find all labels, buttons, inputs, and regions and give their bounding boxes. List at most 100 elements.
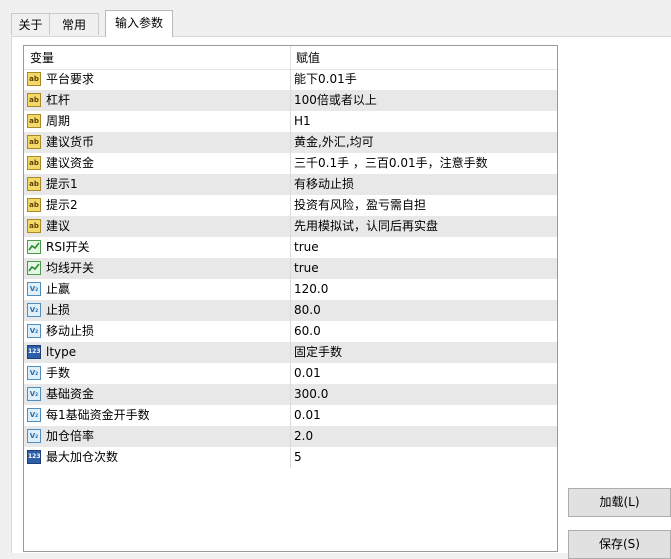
- string-icon: ab: [27, 72, 41, 86]
- parameter-value[interactable]: 80.0: [294, 300, 321, 321]
- string-icon: ab: [27, 219, 41, 233]
- table-row[interactable]: ab 杠杆 100倍或者以上: [24, 90, 557, 111]
- parameter-name: 周期: [46, 114, 71, 128]
- tab-about[interactable]: 关于: [11, 13, 50, 35]
- parameter-value[interactable]: 300.0: [294, 384, 328, 405]
- table-row[interactable]: ab 周期 H1: [24, 111, 557, 132]
- double-icon: V₂: [27, 282, 41, 296]
- table-row[interactable]: V₂ 移动止损 60.0: [24, 321, 557, 342]
- column-divider: [290, 342, 291, 363]
- table-row[interactable]: ab 平台要求 能下0.01手: [24, 69, 557, 90]
- column-divider: [290, 69, 291, 90]
- column-divider: [290, 195, 291, 216]
- string-icon: ab: [27, 135, 41, 149]
- parameter-value[interactable]: 固定手数: [294, 342, 342, 363]
- parameter-name: 提示1: [46, 177, 78, 191]
- table-row[interactable]: RSI开关 true: [24, 237, 557, 258]
- table-row[interactable]: V₂ 止赢 120.0: [24, 279, 557, 300]
- parameter-value[interactable]: 60.0: [294, 321, 321, 342]
- parameter-value[interactable]: 先用模拟试，认同后再实盘: [294, 216, 438, 237]
- column-divider: [290, 174, 291, 195]
- integer-icon: 123: [27, 345, 41, 359]
- table-row[interactable]: V₂ 止损 80.0: [24, 300, 557, 321]
- column-divider: [290, 426, 291, 447]
- column-divider: [290, 153, 291, 174]
- parameter-name: 最大加仓次数: [46, 450, 119, 464]
- table-row[interactable]: V₂ 手数 0.01: [24, 363, 557, 384]
- tab-common[interactable]: 常用: [49, 13, 99, 35]
- column-divider: [290, 384, 291, 405]
- load-button[interactable]: 加载(L): [568, 488, 671, 517]
- table-row[interactable]: 均线开关 true: [24, 258, 557, 279]
- integer-icon: 123: [27, 450, 41, 464]
- parameter-name: 基础资金: [46, 387, 95, 401]
- table-row[interactable]: V₂ 加仓倍率 2.0: [24, 426, 557, 447]
- column-divider: [290, 321, 291, 342]
- parameter-name: 提示2: [46, 198, 78, 212]
- parameter-value[interactable]: 0.01: [294, 405, 321, 426]
- parameter-value[interactable]: true: [294, 237, 319, 258]
- table-row[interactable]: ab 建议 先用模拟试，认同后再实盘: [24, 216, 557, 237]
- double-icon: V₂: [27, 429, 41, 443]
- boolean-icon: [27, 240, 41, 254]
- column-divider: [290, 237, 291, 258]
- table-row[interactable]: ab 提示2 投资有风险，盈亏需自担: [24, 195, 557, 216]
- parameter-value[interactable]: true: [294, 258, 319, 279]
- parameter-value[interactable]: 5: [294, 447, 302, 468]
- parameter-name: 加仓倍率: [46, 429, 95, 443]
- column-divider: [290, 111, 291, 132]
- parameter-name: 建议资金: [46, 156, 95, 170]
- parameter-value[interactable]: 100倍或者以上: [294, 90, 377, 111]
- string-icon: ab: [27, 114, 41, 128]
- parameter-value[interactable]: 能下0.01手: [294, 69, 357, 90]
- column-divider: [290, 363, 291, 384]
- table-row[interactable]: V₂ 基础资金 300.0: [24, 384, 557, 405]
- column-divider: [290, 300, 291, 321]
- table-row[interactable]: ab 建议货币 黄金,外汇,均可: [24, 132, 557, 153]
- string-icon: ab: [27, 93, 41, 107]
- parameter-name: ltype: [46, 345, 77, 359]
- column-header-variable[interactable]: 变量: [24, 46, 54, 69]
- double-icon: V₂: [27, 387, 41, 401]
- parameter-name: 止损: [46, 303, 71, 317]
- double-icon: V₂: [27, 408, 41, 422]
- parameter-name: 建议货币: [46, 135, 95, 149]
- parameter-name: 建议: [46, 219, 71, 233]
- parameter-name: RSI开关: [46, 240, 90, 254]
- parameter-value[interactable]: H1: [294, 111, 311, 132]
- parameter-value[interactable]: 有移动止损: [294, 174, 354, 195]
- parameters-table[interactable]: 变量 赋值 ab 平台要求 能下0.01手 ab 杠杆 100倍或者以上 ab 周期 H1 ab 建…: [23, 45, 558, 552]
- double-icon: V₂: [27, 324, 41, 338]
- parameter-value[interactable]: 投资有风险，盈亏需自担: [294, 195, 426, 216]
- tab-input-parameters[interactable]: 输入参数: [105, 10, 173, 37]
- table-row[interactable]: 123 最大加仓次数 5: [24, 447, 557, 468]
- column-divider: [290, 279, 291, 300]
- parameter-value[interactable]: 2.0: [294, 426, 313, 447]
- table-row[interactable]: 123 ltype 固定手数: [24, 342, 557, 363]
- parameter-name: 每1基础资金开手数: [46, 408, 150, 422]
- column-divider: [290, 90, 291, 111]
- string-icon: ab: [27, 156, 41, 170]
- parameter-name: 均线开关: [46, 261, 95, 275]
- parameter-name: 止赢: [46, 282, 71, 296]
- parameter-name: 平台要求: [46, 72, 95, 86]
- parameter-value[interactable]: 黄金,外汇,均可: [294, 132, 374, 153]
- column-divider: [290, 258, 291, 279]
- string-icon: ab: [27, 177, 41, 191]
- table-header: 变量 赋值: [24, 46, 557, 70]
- save-button[interactable]: 保存(S): [568, 530, 671, 559]
- parameter-value[interactable]: 0.01: [294, 363, 321, 384]
- string-icon: ab: [27, 198, 41, 212]
- column-header-value[interactable]: 赋值: [290, 46, 320, 69]
- parameter-value[interactable]: 三千0.1手 ，三百0.01手，注意手数: [294, 153, 488, 174]
- parameter-name: 杠杆: [46, 93, 71, 107]
- parameter-name: 移动止损: [46, 324, 95, 338]
- parameter-value[interactable]: 120.0: [294, 279, 328, 300]
- boolean-icon: [27, 261, 41, 275]
- table-row[interactable]: V₂ 每1基础资金开手数 0.01: [24, 405, 557, 426]
- table-row[interactable]: ab 建议资金 三千0.1手 ，三百0.01手，注意手数: [24, 153, 557, 174]
- double-icon: V₂: [27, 366, 41, 380]
- parameter-name: 手数: [46, 366, 71, 380]
- column-divider: [290, 405, 291, 426]
- table-row[interactable]: ab 提示1 有移动止损: [24, 174, 557, 195]
